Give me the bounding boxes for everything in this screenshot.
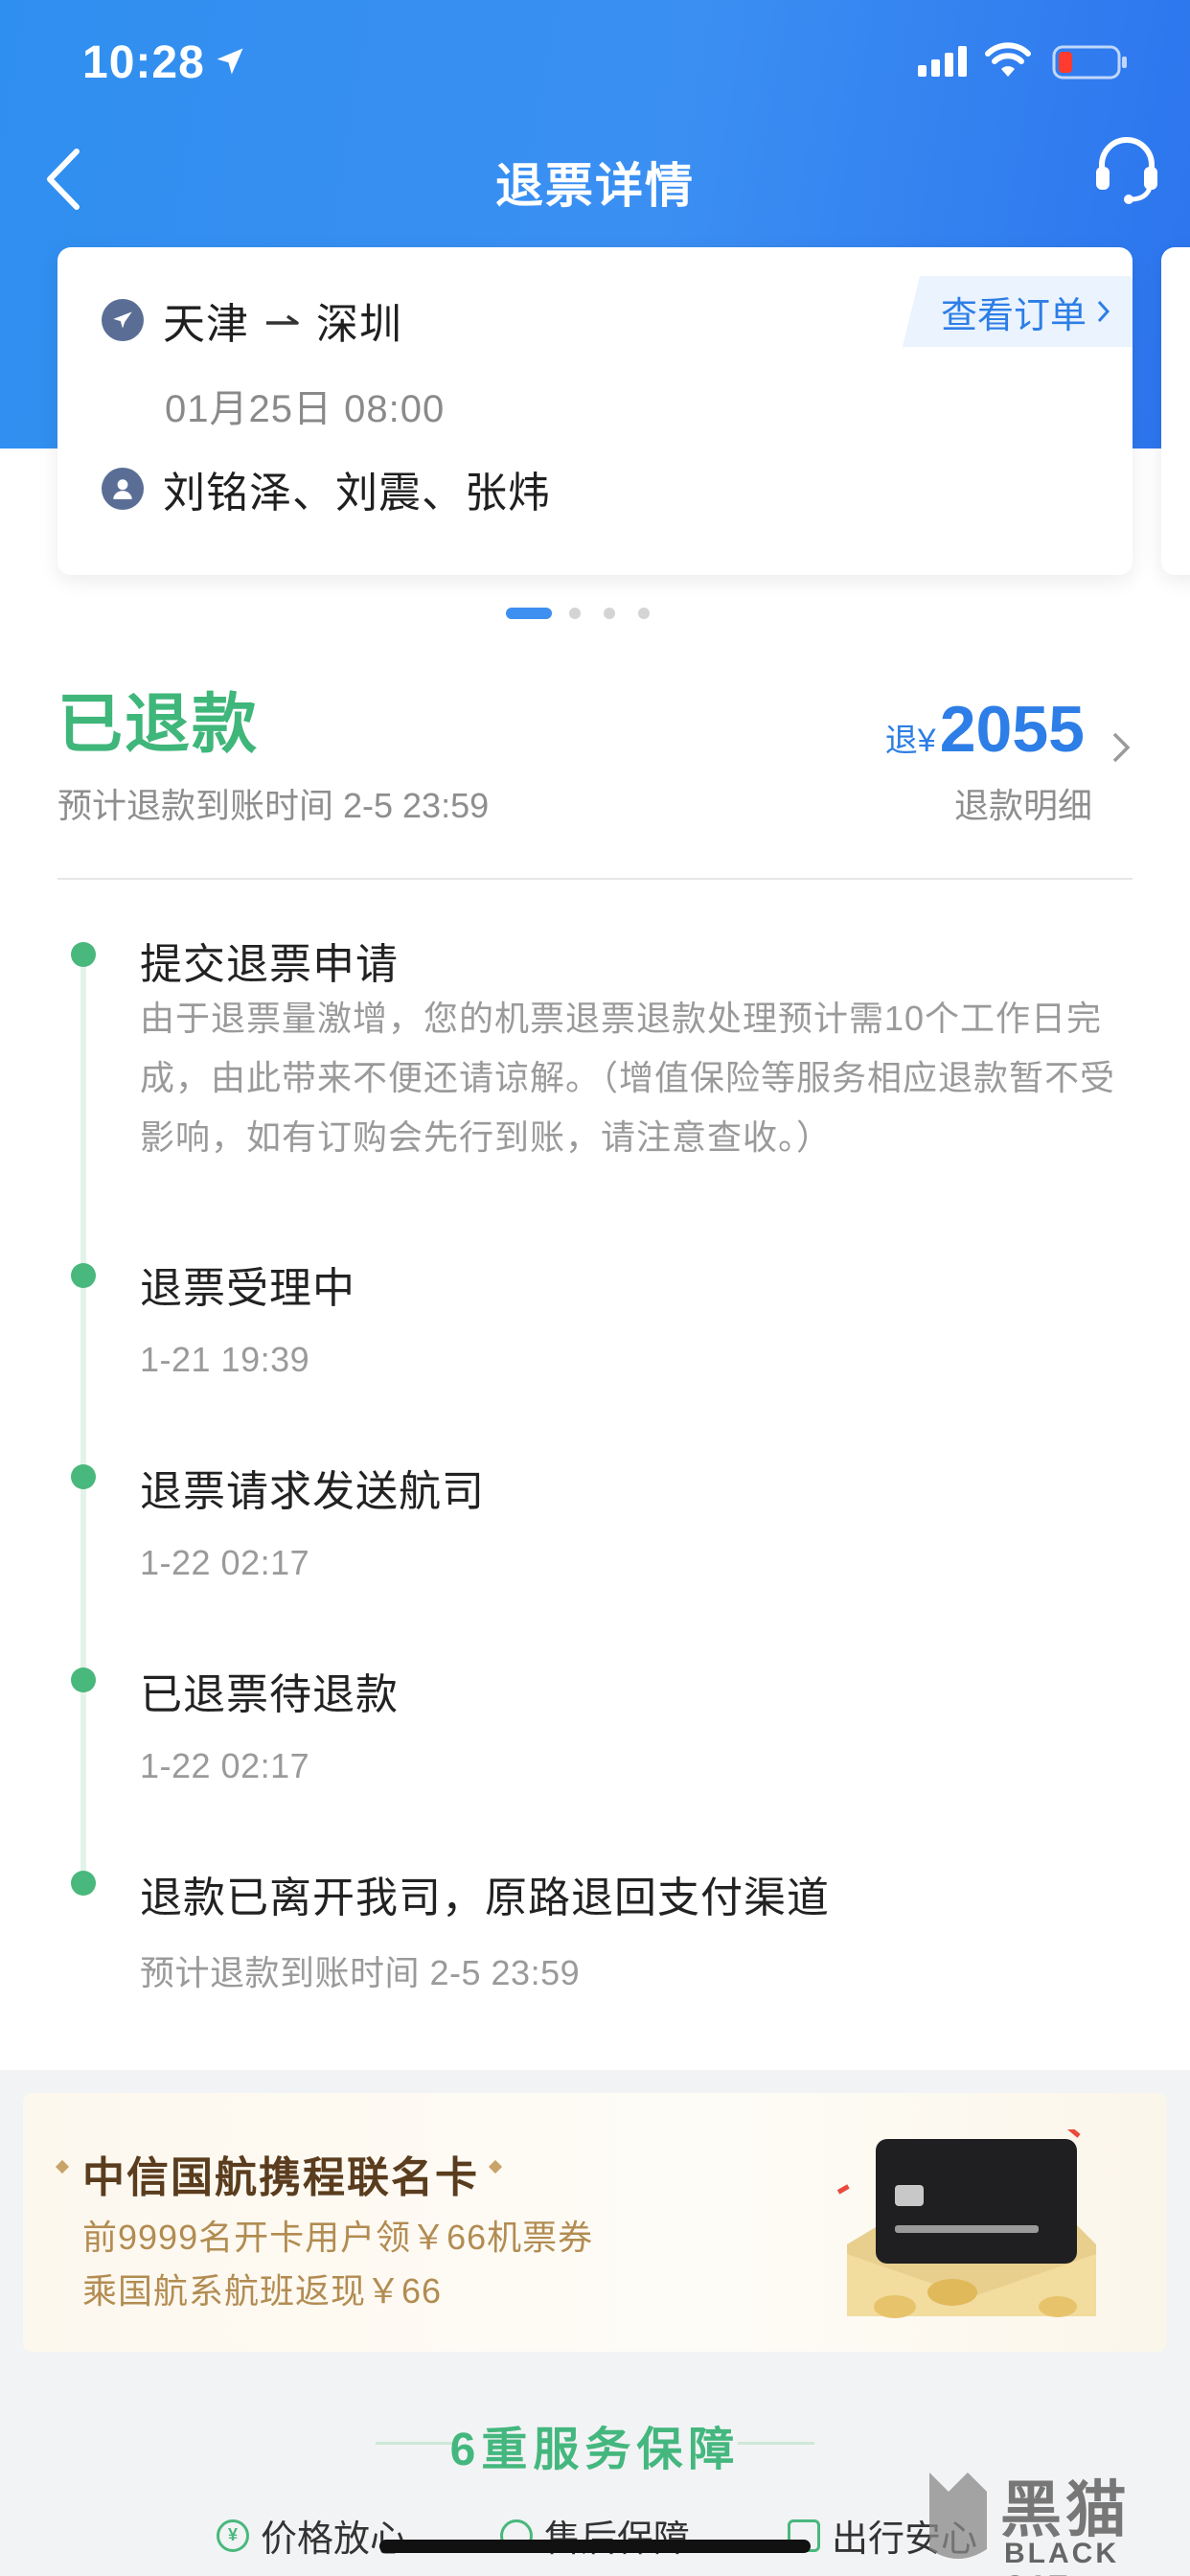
home-indicator[interactable] (379, 2540, 811, 2553)
carousel-dot[interactable] (569, 608, 581, 619)
customer-service-headset-icon[interactable] (1088, 128, 1165, 205)
refund-detail-link[interactable]: 退款明细 (954, 778, 1092, 828)
timeline-title: 提交退票申请 (140, 941, 399, 988)
carousel-pagination (506, 608, 673, 619)
refund-status: 已退款 (57, 688, 260, 761)
chevron-right-icon (1097, 300, 1110, 323)
route-origin: 天津 (163, 301, 249, 348)
route-row: 天津 深圳 (102, 291, 402, 349)
one-way-arrow-icon (266, 314, 299, 325)
navigation-bar: 退票详情 (0, 125, 1190, 240)
passengers-row: 刘铭泽、刘震、张炜 (102, 460, 551, 518)
wifi-icon (985, 42, 1031, 77)
timeline-dot (71, 942, 96, 967)
black-cat-logo-icon (929, 2472, 987, 2559)
timeline-dot (71, 1263, 96, 1288)
timeline-time: 1-22 02:17 (140, 1543, 310, 1582)
carousel-dot-active[interactable] (506, 608, 552, 619)
credit-card-illustration-icon (837, 2129, 1096, 2318)
promo-title: 中信国航携程联名卡 (82, 2154, 479, 2201)
timeline-time: 预计退款到账时间 2-5 23:59 (140, 1953, 581, 1992)
timeline-dot (71, 1464, 96, 1489)
refund-amount-value: 2055 (939, 693, 1085, 766)
battery-low-icon (1052, 45, 1127, 80)
timeline-description: 由于退票量激增，您的机票退票退款处理预计需10个工作日完成，由此带来不便还请谅解… (140, 999, 1116, 1157)
location-arrow-icon (217, 48, 243, 75)
service-item-price[interactable]: ¥ 价格放心 (217, 2509, 406, 2562)
service-item-label: 价格放心 (261, 2519, 407, 2560)
decorative-line (738, 2442, 814, 2445)
refund-amount-prefix: 退¥ (884, 723, 936, 759)
diamond-ornament-icon (55, 2159, 70, 2174)
service-item-aftersales[interactable]: 售后保障 (500, 2509, 690, 2562)
trip-info-card[interactable]: 天津 深圳 01月25日 08:00 刘铭泽、刘震、张炜 查看订单 (57, 247, 1133, 575)
chevron-right-icon[interactable] (1110, 728, 1134, 767)
view-order-button[interactable]: 查看订单 (902, 276, 1133, 347)
refund-eta: 预计退款到账时间 2-5 23:59 (57, 786, 490, 825)
passenger-names: 刘铭泽、刘震、张炜 (163, 470, 551, 517)
timeline-title: 退票请求发送航司 (140, 1468, 485, 1515)
promo-banner[interactable]: 中信国航携程联名卡 前9999名开卡用户领￥66机票券 乘国航系航班返现￥66 (23, 2093, 1167, 2352)
flight-datetime: 01月25日 08:00 (165, 388, 446, 430)
promo-line-2: 乘国航系航班返现￥66 (82, 2271, 443, 2311)
timeline-title: 退票受理中 (140, 1265, 355, 1312)
divider (57, 878, 1133, 880)
timeline-dot (71, 1871, 96, 1896)
watermark-cn: 黑猫 (1000, 2475, 1131, 2544)
yen-icon: ¥ (217, 2518, 249, 2552)
airplane-icon (102, 299, 144, 341)
timeline-time: 1-21 19:39 (140, 1340, 310, 1379)
cellular-signal-icon (918, 46, 967, 77)
status-time: 10:28 (82, 37, 205, 88)
view-order-label: 查看订单 (940, 295, 1087, 336)
refund-amount[interactable]: 退¥ 2055 (885, 692, 1085, 767)
status-bar: 10:28 (0, 0, 1190, 125)
timeline-dot (71, 1668, 96, 1692)
watermark-en: BLACK CAT (1004, 2538, 1119, 2576)
carousel-dot[interactable] (604, 608, 615, 619)
carousel-dot[interactable] (638, 608, 650, 619)
promo-line-1: 前9999名开卡用户领￥66机票券 (82, 2218, 594, 2257)
passenger-icon (102, 468, 144, 510)
timeline-title: 退款已离开我司，原路退回支付渠道 (140, 1874, 830, 1921)
timeline-track (80, 954, 86, 1882)
timeline-time: 1-22 02:17 (140, 1746, 310, 1785)
next-trip-card-peek[interactable] (1161, 247, 1190, 575)
diamond-ornament-icon (488, 2159, 503, 2174)
page-title: 退票详情 (495, 159, 695, 213)
watermark: 黑猫 BLACK CAT (920, 2453, 1190, 2576)
service-item-label: 售后保障 (544, 2509, 690, 2562)
timeline-title: 已退票待退款 (140, 1671, 399, 1718)
route-destination: 深圳 (316, 301, 402, 348)
